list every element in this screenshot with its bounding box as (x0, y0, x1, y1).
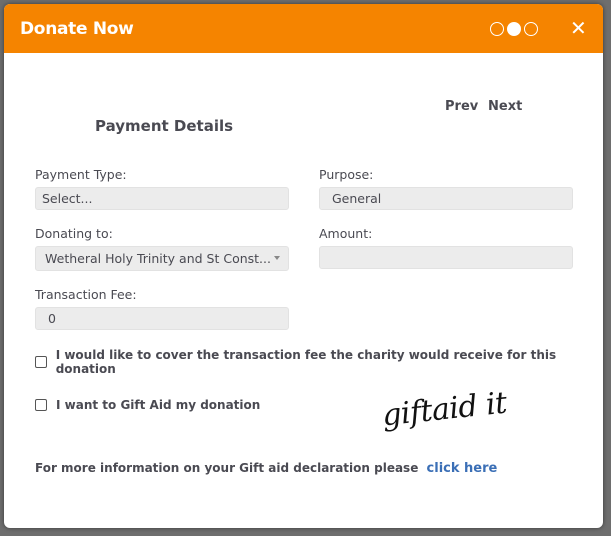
click-here-link[interactable]: click here (427, 461, 498, 476)
gift-aid-label[interactable]: I want to Gift Aid my donation (56, 398, 260, 412)
donating-to-label: Donating to: (35, 226, 113, 241)
payment-type-value: Select... (42, 191, 93, 206)
transaction-fee-field[interactable]: 0 (35, 307, 289, 330)
step-dot-3 (524, 22, 538, 36)
cover-fee-label[interactable]: I would like to cover the transaction fe… (56, 348, 603, 376)
donating-to-select[interactable]: Wetheral Holy Trinity and St Const... (35, 246, 289, 271)
donating-to-value: Wetheral Holy Trinity and St Const... (45, 251, 271, 266)
step-indicator (490, 22, 538, 36)
step-dot-2-active (507, 22, 521, 36)
chevron-down-icon (274, 256, 280, 260)
amount-label: Amount: (319, 226, 373, 241)
cover-fee-row: I would like to cover the transaction fe… (35, 348, 603, 376)
modal-header: Donate Now ✕ (4, 4, 603, 53)
payment-type-label: Payment Type: (35, 167, 127, 182)
transaction-fee-value: 0 (48, 311, 56, 326)
gift-aid-checkbox[interactable] (35, 399, 47, 411)
cover-fee-checkbox[interactable] (35, 356, 47, 368)
transaction-fee-label: Transaction Fee: (35, 287, 137, 302)
section-title: Payment Details (95, 117, 234, 135)
payment-type-select[interactable]: Select... (35, 187, 289, 210)
gift-aid-info-text: For more information on your Gift aid de… (35, 461, 419, 475)
donate-modal: Donate Now ✕ Prev Next Payment Details P… (4, 4, 603, 528)
amount-input[interactable] (319, 246, 573, 269)
gift-aid-info: For more information on your Gift aid de… (35, 461, 497, 476)
purpose-field[interactable]: General (319, 187, 573, 210)
purpose-label: Purpose: (319, 167, 374, 182)
purpose-value: General (332, 191, 382, 206)
close-icon[interactable]: ✕ (570, 18, 587, 38)
modal-title: Donate Now (20, 19, 134, 39)
giftaid-it-logo: giftaid it (380, 385, 509, 434)
prev-button[interactable]: Prev (445, 99, 478, 114)
next-button[interactable]: Next (488, 99, 522, 114)
step-dot-1 (490, 22, 504, 36)
gift-aid-row: I want to Gift Aid my donation (35, 398, 260, 412)
